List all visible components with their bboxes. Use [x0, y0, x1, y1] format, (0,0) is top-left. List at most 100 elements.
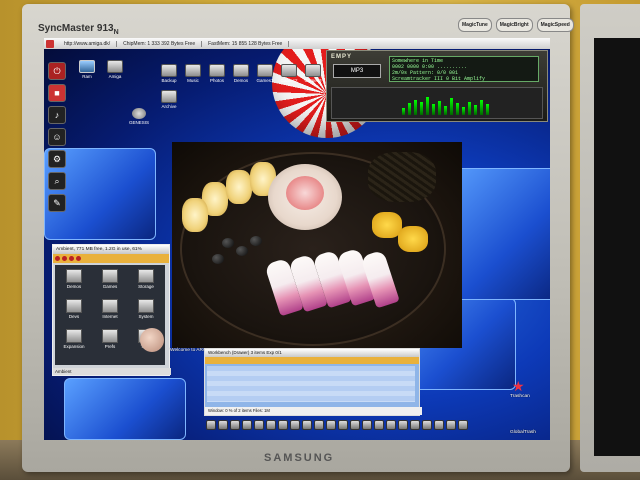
equalizer-bar [426, 97, 429, 115]
dock-paint-icon[interactable]: ✎ [48, 194, 66, 212]
drawer-icon [233, 64, 249, 77]
dock-gear-icon[interactable]: ⚙ [48, 150, 66, 168]
desktop-icon-music[interactable]: Music [180, 64, 206, 83]
desktop-icon-ram[interactable]: Ram [74, 60, 100, 79]
title-chipmem: ChipMem: 1 333 392 Bytes Free [117, 40, 203, 47]
dock-app-icon[interactable] [266, 420, 276, 430]
dock-app-icon[interactable] [326, 420, 336, 430]
drawer-devs[interactable]: Devs [59, 299, 89, 319]
dock-app-icon[interactable] [302, 420, 312, 430]
trashcan-label: Trashcan [510, 394, 530, 399]
media-player-window[interactable]: EMPY MP3 Somewhere in Time 0002 0000 0:0… [326, 50, 548, 122]
left-dock: ⏻ ■ ♪ ☺ ⚙ ⌕ ✎ [48, 62, 66, 216]
dock-app-icon[interactable] [278, 420, 288, 430]
desktop-icon-label: Games3 [304, 78, 322, 83]
desktop-icon-label: Amiga [108, 74, 122, 79]
trashcan-icon[interactable]: ★ [512, 378, 525, 395]
monitor-model-text: SyncMaster 913 [38, 23, 114, 34]
desktop-icon-label: GENESIS [128, 120, 149, 125]
dock-app-icon[interactable] [398, 420, 408, 430]
dock-user-icon[interactable]: ☺ [48, 128, 66, 146]
dock-app-icon[interactable] [362, 420, 372, 430]
desktop-icon-games2[interactable]: Games2 [276, 64, 302, 83]
desktop-icon-backup[interactable]: Backup [156, 64, 182, 83]
ambient-toolbar [53, 254, 169, 263]
ram-disk-icon [79, 60, 95, 73]
dock-app-icon[interactable] [374, 420, 384, 430]
badge-magicspeed: MagicSpeed [536, 18, 574, 32]
drawer-label: Internet [102, 314, 118, 319]
ambient-window-title[interactable]: Ambient, 771 MB free, 1.2G in use, 61% [53, 245, 169, 254]
toolbar-button-icon[interactable] [55, 256, 60, 261]
dock-app-icon[interactable] [338, 420, 348, 430]
drawer-games[interactable]: Games [95, 269, 125, 289]
player-lcd-display: Somewhere in Time 0002 0000 0:00 .......… [389, 56, 539, 82]
drawer-expansion[interactable]: Expansion [59, 329, 89, 349]
equalizer-bar [486, 104, 489, 115]
drawer-icon [257, 64, 273, 77]
gomame-fish [368, 152, 436, 202]
dock-music-icon[interactable]: ♪ [48, 106, 66, 124]
desktop-icon-games1[interactable]: Games1 [252, 64, 278, 83]
dock-app-icon[interactable] [218, 420, 228, 430]
ambient-status-bar: Ambient [53, 368, 171, 375]
drawer-internet[interactable]: Internet [95, 299, 125, 319]
equalizer-bar [414, 100, 417, 115]
drawer-label: Demos [66, 284, 82, 289]
file-list[interactable] [207, 366, 415, 402]
dock-app-icon[interactable] [446, 420, 456, 430]
drawer-label: Devs [68, 314, 80, 319]
drawer-system[interactable]: System [131, 299, 161, 319]
amiga-menu-icon[interactable] [46, 39, 54, 48]
equalizer-bar [420, 102, 423, 115]
dock-stop-icon[interactable]: ■ [48, 84, 66, 102]
dock-app-icon[interactable] [350, 420, 360, 430]
file-manager-window[interactable]: Workbench (Drawer) 3 items Exp 0/1 Windo… [204, 348, 422, 416]
file-manager-toolbar [205, 357, 419, 364]
desktop-icon-label: Backup [161, 78, 177, 83]
dock-app-icon[interactable] [410, 420, 420, 430]
player-play-button[interactable]: MP3 [333, 64, 381, 78]
desktop-icon-label: Games1 [256, 78, 274, 83]
dock-app-icon[interactable] [422, 420, 432, 430]
drawer-storage[interactable]: Storage [131, 269, 161, 289]
dock-app-icon[interactable] [314, 420, 324, 430]
desktop-icon-label: Demos [233, 78, 249, 83]
toolbar-button-icon[interactable] [62, 256, 67, 261]
desktop-icon-demos[interactable]: Demos [228, 64, 254, 83]
drawer-icon [138, 299, 154, 313]
dock-app-icon[interactable] [230, 420, 240, 430]
dock-app-icon[interactable] [242, 420, 252, 430]
toolbar-button-icon[interactable] [76, 256, 81, 261]
desktop-icon-archive[interactable]: Archive [156, 90, 182, 109]
ambient-window[interactable]: Ambient, 771 MB free, 1.2G in use, 61% D… [52, 244, 171, 376]
drawer-icon [102, 269, 118, 283]
second-monitor-screen [594, 38, 640, 456]
file-manager-title[interactable]: Workbench (Drawer) 3 items Exp 0/1 [205, 349, 419, 357]
dock-app-icon[interactable] [386, 420, 396, 430]
dock-app-icon[interactable] [254, 420, 264, 430]
tamagoyaki-slice [182, 198, 208, 232]
black-bean [222, 238, 234, 248]
dock-app-icon[interactable] [458, 420, 468, 430]
desktop-icon-amiga[interactable]: Amiga [102, 60, 128, 79]
drawer-icon [66, 269, 82, 283]
desktop-icon-games3[interactable]: Games3 [300, 64, 326, 83]
equalizer-bar [450, 98, 453, 115]
badge-magicbright: MagicBright [495, 18, 533, 32]
dock-app-icon[interactable] [206, 420, 216, 430]
drawer-label: Expansion [63, 344, 85, 349]
drawer-icon [107, 60, 123, 73]
dock-app-icon[interactable] [290, 420, 300, 430]
dock-shutdown-icon[interactable]: ⏻ [48, 62, 66, 80]
dock-search-icon[interactable]: ⌕ [48, 172, 66, 190]
dock-app-icon[interactable] [434, 420, 444, 430]
drawer-prefs[interactable]: Prefs [95, 329, 125, 349]
drawer-label: Games [102, 284, 118, 289]
toolbar-button-icon[interactable] [69, 256, 74, 261]
drawer-icon [281, 64, 297, 77]
desktop-icon-genesis[interactable]: GENESIS [126, 108, 152, 125]
desktop-icon-photos[interactable]: Photos [204, 64, 230, 83]
drawer-demos[interactable]: Demos [59, 269, 89, 289]
equalizer-bar [480, 100, 483, 115]
